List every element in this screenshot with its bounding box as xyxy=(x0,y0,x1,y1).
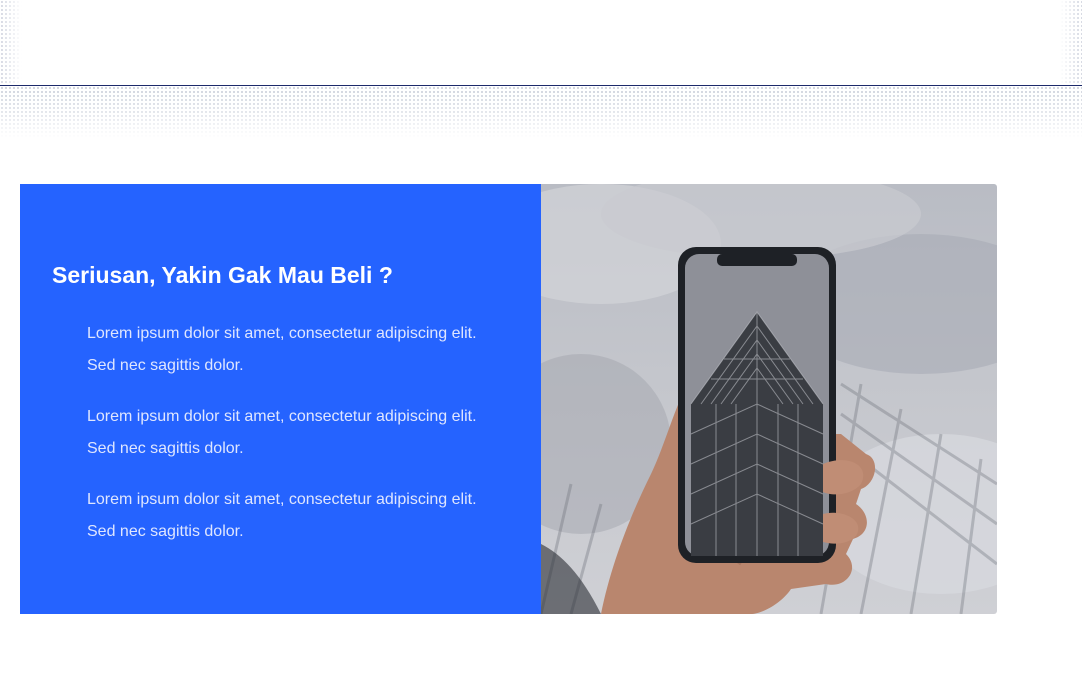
feature-list: Lorem ipsum dolor sit amet, consectetur … xyxy=(87,318,487,567)
feature-section: Seriusan, Yakin Gak Mau Beli ? Lorem ips… xyxy=(20,184,997,614)
dot-pattern-right xyxy=(1060,0,1082,85)
feature-heading: Seriusan, Yakin Gak Mau Beli ? xyxy=(52,262,393,288)
hand-holding-phone-image xyxy=(541,184,997,614)
dot-pattern-band xyxy=(0,86,1082,138)
feature-item: Lorem ipsum dolor sit amet, consectetur … xyxy=(87,408,477,457)
feature-item: Lorem ipsum dolor sit amet, consectetur … xyxy=(87,491,477,540)
dot-pattern-left xyxy=(0,0,22,85)
feature-panel: Seriusan, Yakin Gak Mau Beli ? Lorem ips… xyxy=(20,184,541,614)
site-header xyxy=(0,0,1082,85)
feature-item: Lorem ipsum dolor sit amet, consectetur … xyxy=(87,325,477,374)
